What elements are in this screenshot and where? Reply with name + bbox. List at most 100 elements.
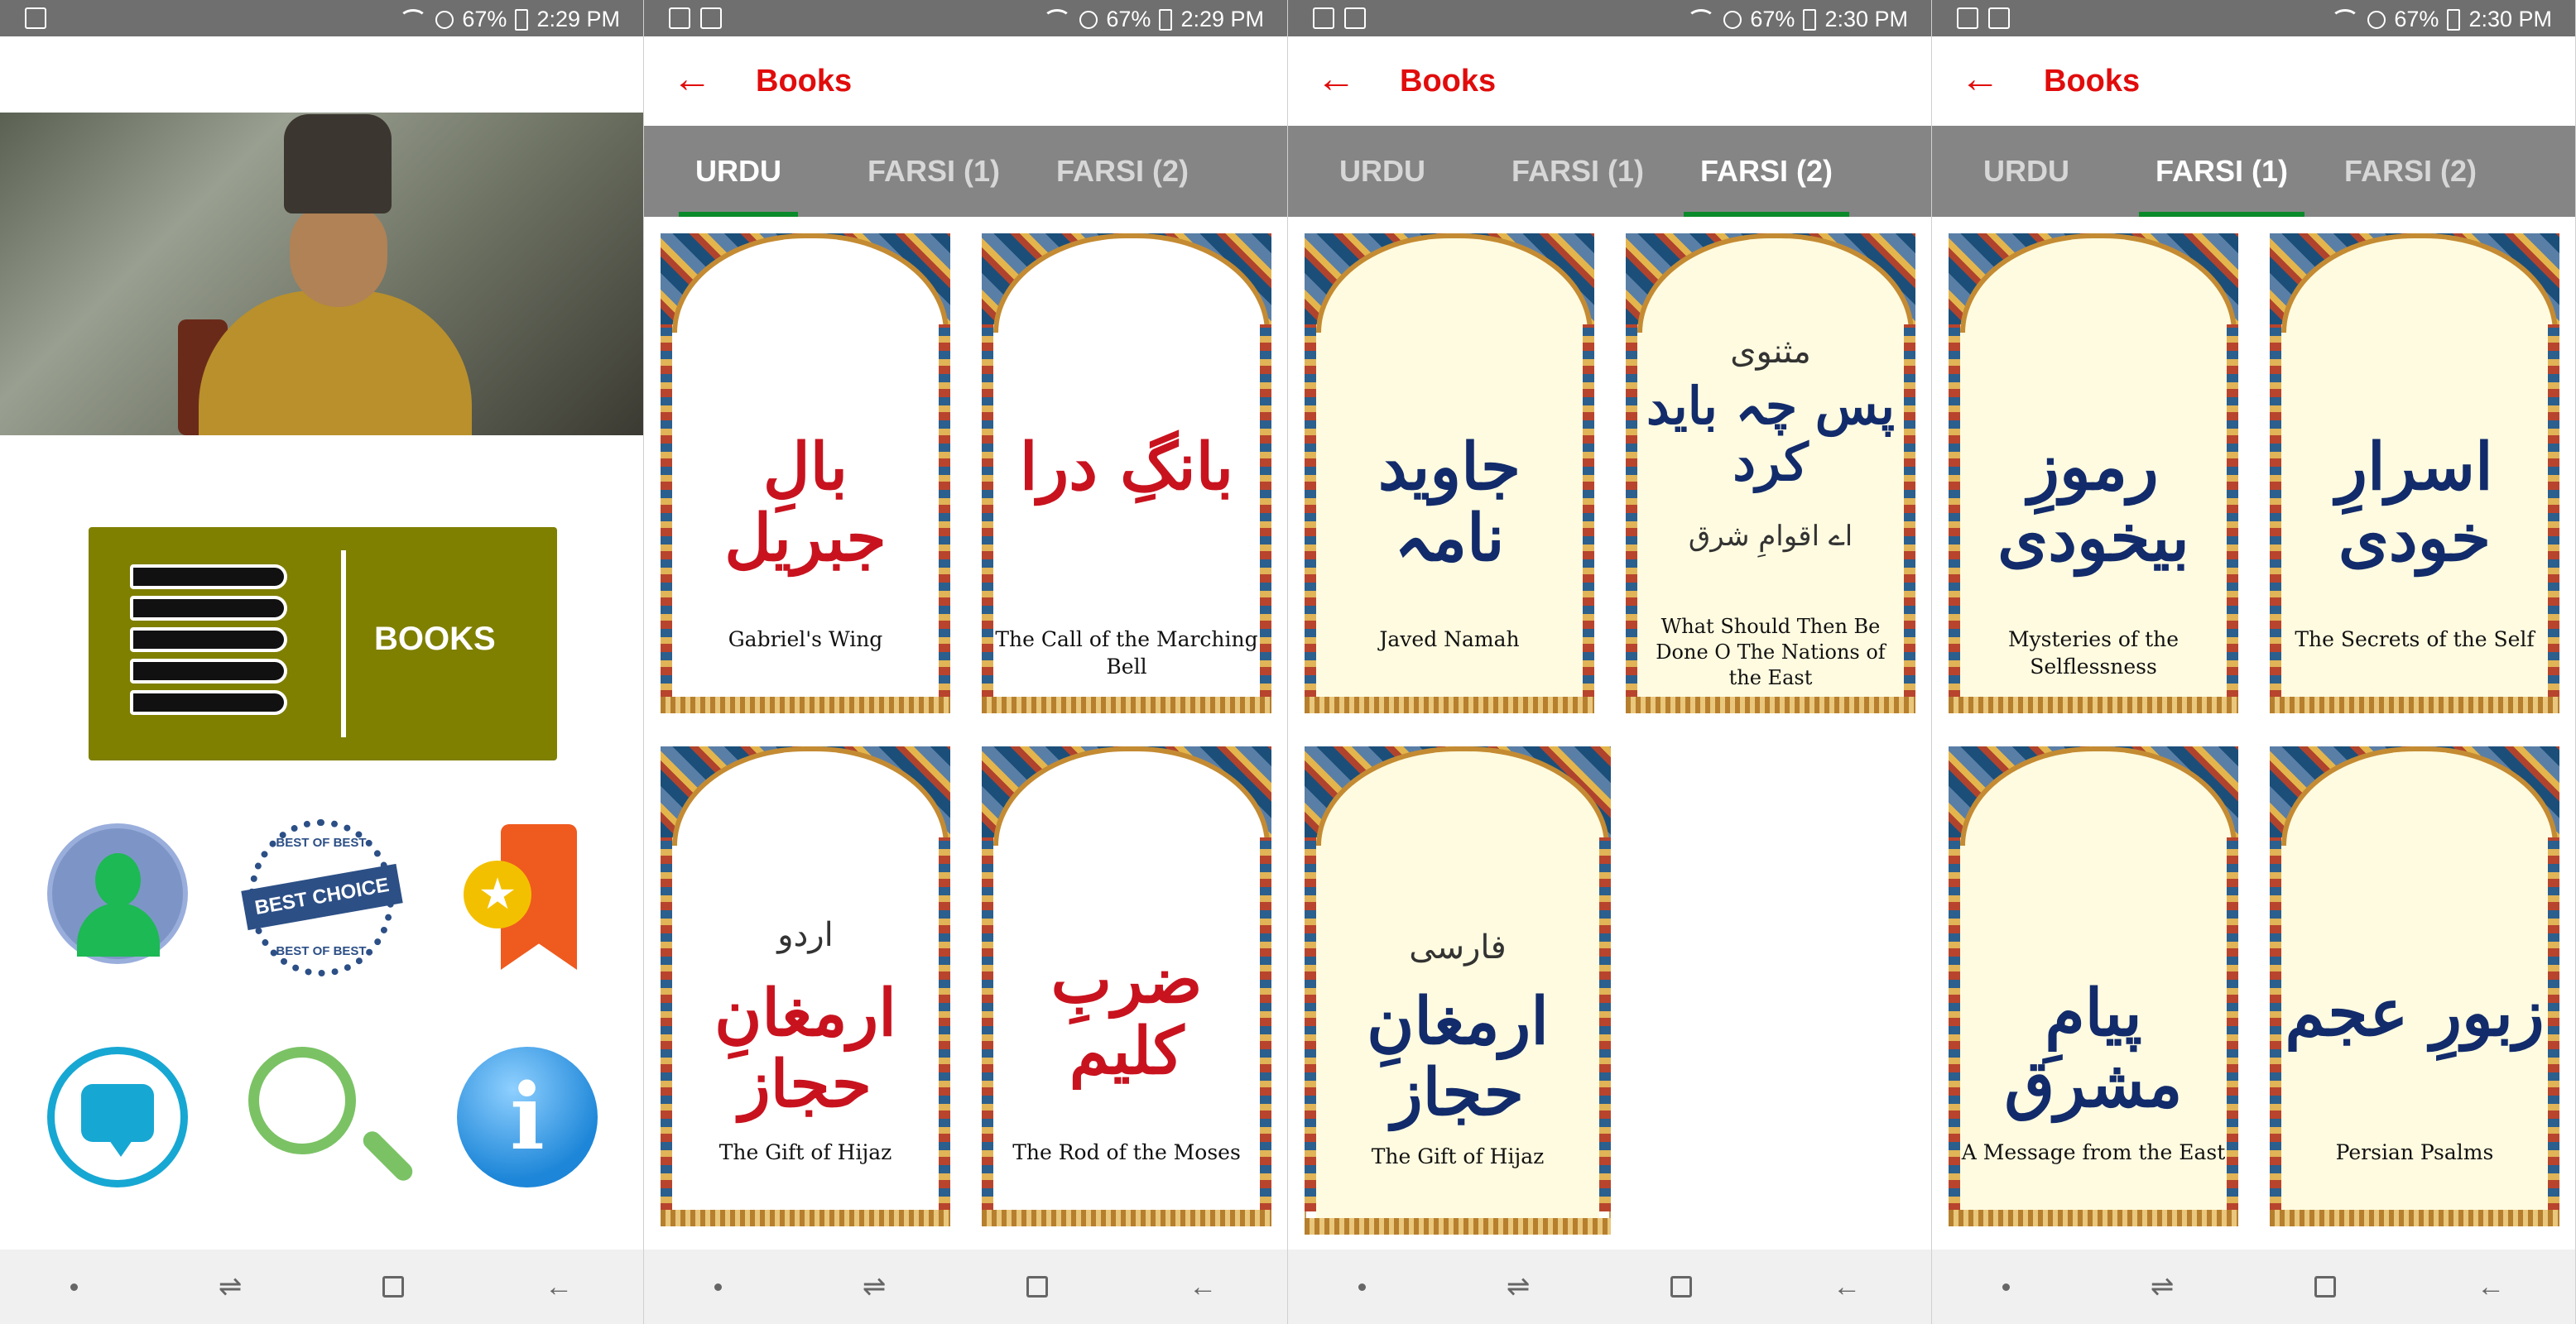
status-time: 2:30 PM <box>1824 7 1908 31</box>
book-cover-band <box>982 697 1271 713</box>
books-button[interactable]: BOOKS <box>89 527 557 760</box>
book-card[interactable]: رموزِ بیخودی Mysteries of the Selflessne… <box>1949 233 2238 713</box>
status-bar: 67% 2:29 PM <box>644 0 1287 36</box>
book-cover-border-right <box>2227 324 2238 698</box>
status-screenshot-icon <box>25 7 46 29</box>
battery-icon <box>515 8 529 31</box>
nav-recents-icon[interactable]: ⇌ <box>219 1270 243 1303</box>
book-card[interactable]: پیامِ مشرق A Message from the East <box>1949 746 2238 1226</box>
tab-farsi-2[interactable]: FARSI (2) <box>1684 126 1850 217</box>
book-urdu-subtitle: اے اقوامِ شرق <box>1688 520 1853 553</box>
home-screen: 67% 2:29 PM BOOKS BEST OF BEST BEST CHOI… <box>0 0 644 1324</box>
profile-icon[interactable] <box>47 823 188 964</box>
status-screenshot-icon <box>700 7 722 29</box>
book-card[interactable]: بانگِ درا The Call of the Marching Bell <box>982 233 1271 713</box>
nav-back-icon[interactable]: ← <box>1189 1271 1217 1303</box>
wifi-icon <box>1687 8 1716 31</box>
app-bar: ← Books <box>1932 36 2575 126</box>
nav-recents-icon[interactable]: ⇌ <box>2151 1270 2175 1303</box>
back-arrow-icon[interactable]: ← <box>672 60 712 99</box>
app-bar: ← Books <box>644 36 1287 126</box>
nav-recents-icon[interactable]: ⇌ <box>1507 1270 1531 1303</box>
nav-home-icon[interactable] <box>382 1276 405 1298</box>
badge-top-text: BEST OF BEST <box>276 836 367 850</box>
status-bar: 67% 2:30 PM <box>1932 0 2575 36</box>
nav-home-icon[interactable] <box>1670 1276 1693 1298</box>
book-urdu-title: بالِ جبریل <box>724 429 887 576</box>
nav-dot-icon[interactable] <box>1358 1283 1366 1291</box>
book-english-title: The Call of the Marching Bell <box>995 627 1258 679</box>
page-title: Books <box>756 64 853 98</box>
portrait-hat <box>284 114 392 213</box>
book-urdu-prefix: اردو <box>777 916 834 954</box>
app-bar: ← Books <box>1288 36 1931 126</box>
tab-bar: URDU FARSI (1) FARSI (2) <box>644 126 1287 217</box>
book-card[interactable]: فارسی ارمغانِ حجاز The Gift of Hijaz <box>1305 746 1611 1235</box>
book-cover-border-left <box>1949 837 1960 1211</box>
book-card[interactable]: مثنوی پس چہ باید کرد اے اقوامِ شرق What … <box>1626 233 1915 713</box>
nav-dot-icon[interactable] <box>714 1283 722 1291</box>
tab-farsi-2[interactable]: FARSI (2) <box>1040 126 1205 217</box>
book-english-title: Gabriel's Wing <box>728 627 883 651</box>
profile-head-shape <box>95 853 141 907</box>
status-bar: 67% 2:29 PM <box>0 0 643 36</box>
nav-bar: ⇌ ← <box>644 1250 1287 1324</box>
portrait-face <box>290 204 387 307</box>
book-english-title: A Message from the East <box>1961 1140 2226 1164</box>
wifi-icon <box>2331 8 2360 31</box>
nav-dot-icon[interactable] <box>2002 1283 2010 1291</box>
back-arrow-icon[interactable]: ← <box>1960 60 2000 99</box>
book-card[interactable]: زبورِ عجم Persian Psalms <box>2270 746 2559 1226</box>
best-choice-badge-icon[interactable]: BEST OF BEST BEST CHOICE BEST OF BEST <box>241 819 403 976</box>
info-icon[interactable]: i <box>457 1047 598 1187</box>
book-urdu-title: جاوید نامہ <box>1377 429 1521 576</box>
gallery-icon <box>1957 7 1978 29</box>
back-arrow-icon[interactable]: ← <box>1316 60 1356 99</box>
tab-farsi-1[interactable]: FARSI (1) <box>1495 126 1660 217</box>
tab-urdu[interactable]: URDU <box>679 126 798 217</box>
nav-home-icon[interactable] <box>1026 1276 1049 1298</box>
chat-bubble-tail <box>109 1140 132 1157</box>
book-urdu-title: ضربِ کلیم <box>1050 943 1203 1089</box>
book-cover-band <box>661 1210 950 1226</box>
book-cover-border-right <box>1260 324 1271 698</box>
tab-urdu[interactable]: URDU <box>1967 126 2086 217</box>
gallery-icon <box>669 7 690 29</box>
screens-strip: 67% 2:29 PM BOOKS BEST OF BEST BEST CHOI… <box>0 0 2576 1324</box>
book-card[interactable]: اردو ارمغانِ حجاز The Gift of Hijaz <box>661 746 950 1226</box>
chat-bubble-shape <box>81 1084 154 1142</box>
book-card[interactable]: بالِ جبریل Gabriel's Wing <box>661 233 950 713</box>
book-cover-border-left <box>661 837 672 1211</box>
book-cover-border-left <box>661 324 672 698</box>
books-screen-urdu: 67% 2:29 PM ← Books URDU FARSI (1) FARSI… <box>644 0 1288 1324</box>
book-card[interactable]: ضربِ کلیم The Rod of the Moses <box>982 746 1271 1226</box>
nav-recents-icon[interactable]: ⇌ <box>863 1270 887 1303</box>
nav-back-icon[interactable]: ← <box>1833 1271 1861 1303</box>
book-cover-band <box>1949 697 2238 713</box>
nav-dot-icon[interactable] <box>70 1283 78 1291</box>
book-cover-border-left <box>1305 837 1316 1211</box>
book-cover-border-left <box>1949 324 1960 698</box>
book-card[interactable]: اسرارِ خودی The Secrets of the Self <box>2270 233 2559 713</box>
nav-home-icon[interactable] <box>2314 1276 2337 1298</box>
battery-percent: 67% <box>1750 7 1795 31</box>
search-icon[interactable] <box>248 1047 416 1185</box>
portrait-coat <box>199 290 472 435</box>
book-card[interactable]: جاوید نامہ Javed Namah <box>1305 233 1594 713</box>
nav-back-icon[interactable]: ← <box>545 1271 573 1303</box>
tab-urdu[interactable]: URDU <box>1323 126 1442 217</box>
book-cover-border-right <box>939 324 950 698</box>
book-urdu-title: زبورِ عجم <box>2285 976 2545 1051</box>
star-icon: ★ <box>464 861 531 928</box>
books-grid: جاوید نامہ Javed Namah مثنوی پس چہ باید … <box>1288 217 1931 1250</box>
tab-farsi-1[interactable]: FARSI (1) <box>851 126 1016 217</box>
book-english-title: Javed Namah <box>1379 627 1520 651</box>
chat-icon[interactable] <box>47 1047 188 1187</box>
nav-back-icon[interactable]: ← <box>2477 1271 2505 1303</box>
do-not-disturb-icon <box>1723 10 1742 29</box>
book-urdu-title: ارمغانِ حجاز <box>1367 984 1549 1130</box>
status-time: 2:30 PM <box>2468 7 2552 31</box>
tab-farsi-1[interactable]: FARSI (1) <box>2139 126 2305 217</box>
search-handle-shape <box>359 1127 416 1185</box>
tab-farsi-2[interactable]: FARSI (2) <box>2328 126 2493 217</box>
